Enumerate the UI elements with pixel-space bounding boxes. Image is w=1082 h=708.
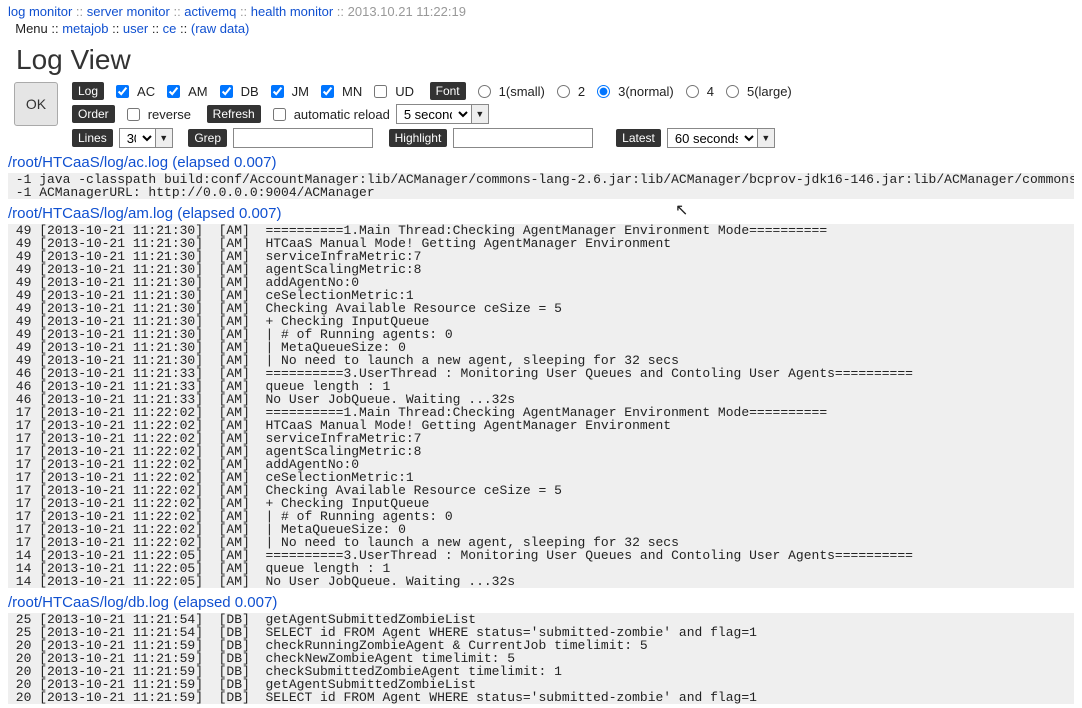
nav-link[interactable]: server monitor <box>87 4 170 19</box>
chk-am[interactable] <box>167 85 180 98</box>
highlight-input[interactable] <box>453 128 593 148</box>
radio-font-2[interactable] <box>557 85 570 98</box>
chk-mn[interactable] <box>321 85 334 98</box>
grep-input[interactable] <box>233 128 373 148</box>
lbl-f2: 2 <box>578 84 585 99</box>
row-logs: Log AC AM DB JM MN UD Font 1(small) 2 3(… <box>72 82 792 100</box>
log-db-block: 25 [2013-10-21 11:21:54] [DB] getAgentSu… <box>8 613 1074 704</box>
lbl-f4: 4 <box>707 84 714 99</box>
lbl-ud: UD <box>395 84 414 99</box>
log-ac-header[interactable]: /root/HTCaaS/log/ac.log (elapsed 0.007) <box>8 154 1074 171</box>
lbl-db: DB <box>241 84 259 99</box>
latest-badge: Latest <box>616 129 661 147</box>
raw-data-link[interactable]: (raw data) <box>191 21 250 36</box>
lbl-f5: 5(large) <box>747 84 792 99</box>
controls: OK Log AC AM DB JM MN UD Font 1(small) 2… <box>14 82 1074 148</box>
ok-button[interactable]: OK <box>14 82 58 126</box>
chk-ud[interactable] <box>374 85 387 98</box>
lbl-mn: MN <box>342 84 362 99</box>
row-order: Order reverse Refresh automatic reload 5… <box>72 104 792 124</box>
order-badge: Order <box>72 105 115 123</box>
interval-select-inner[interactable]: 5 seconds <box>396 104 471 124</box>
row-filter: Lines 30 ▼ Grep Highlight Latest 60 seco… <box>72 128 792 148</box>
chk-jm[interactable] <box>271 85 284 98</box>
chevron-down-icon: ▼ <box>471 104 489 124</box>
grep-badge: Grep <box>188 129 227 147</box>
radio-font-5[interactable] <box>726 85 739 98</box>
log-ac-block: -1 java -classpath build:conf/AccountMan… <box>8 173 1074 199</box>
log-am-header[interactable]: /root/HTCaaS/log/am.log (elapsed 0.007) <box>8 205 1074 222</box>
nav-link[interactable]: activemq <box>184 4 236 19</box>
lbl-f3: 3(normal) <box>618 84 674 99</box>
font-badge: Font <box>430 82 466 100</box>
chk-db[interactable] <box>220 85 233 98</box>
latest-select-inner[interactable]: 60 seconds <box>667 128 757 148</box>
menu-line: Menu :: metajob :: user :: ce :: (raw da… <box>8 21 1074 36</box>
radio-font-4[interactable] <box>686 85 699 98</box>
page-title: Log View <box>16 44 1074 76</box>
lbl-ac: AC <box>137 84 155 99</box>
lbl-auto: automatic reload <box>294 107 390 122</box>
timestamp: 2013.10.21 11:22:19 <box>348 4 466 19</box>
top-nav: log monitor :: server monitor :: activem… <box>8 4 1074 19</box>
lines-badge: Lines <box>72 129 113 147</box>
log-am-block: 49 [2013-10-21 11:21:30] [AM] ==========… <box>8 224 1074 588</box>
radio-font-1[interactable] <box>478 85 491 98</box>
lbl-reverse: reverse <box>148 107 191 122</box>
nav-link[interactable]: log monitor <box>8 4 72 19</box>
menu-link[interactable]: user <box>123 21 148 36</box>
lines-select[interactable]: 30 ▼ <box>119 128 173 148</box>
chk-ac[interactable] <box>116 85 129 98</box>
chevron-down-icon: ▼ <box>757 128 775 148</box>
lbl-jm: JM <box>292 84 309 99</box>
lbl-f1: 1(small) <box>499 84 545 99</box>
interval-select[interactable]: 5 seconds ▼ <box>396 104 489 124</box>
chk-auto[interactable] <box>273 108 286 121</box>
refresh-button[interactable]: Refresh <box>207 105 261 123</box>
log-db-header[interactable]: /root/HTCaaS/log/db.log (elapsed 0.007) <box>8 594 1074 611</box>
log-badge: Log <box>72 82 104 100</box>
chevron-down-icon: ▼ <box>155 128 173 148</box>
highlight-badge: Highlight <box>389 129 448 147</box>
lines-select-inner[interactable]: 30 <box>119 128 155 148</box>
lbl-am: AM <box>188 84 208 99</box>
menu-link[interactable]: metajob <box>62 21 108 36</box>
menu-link[interactable]: ce <box>163 21 177 36</box>
latest-select[interactable]: 60 seconds ▼ <box>667 128 775 148</box>
nav-link[interactable]: health monitor <box>251 4 333 19</box>
radio-font-3[interactable] <box>597 85 610 98</box>
chk-reverse[interactable] <box>127 108 140 121</box>
